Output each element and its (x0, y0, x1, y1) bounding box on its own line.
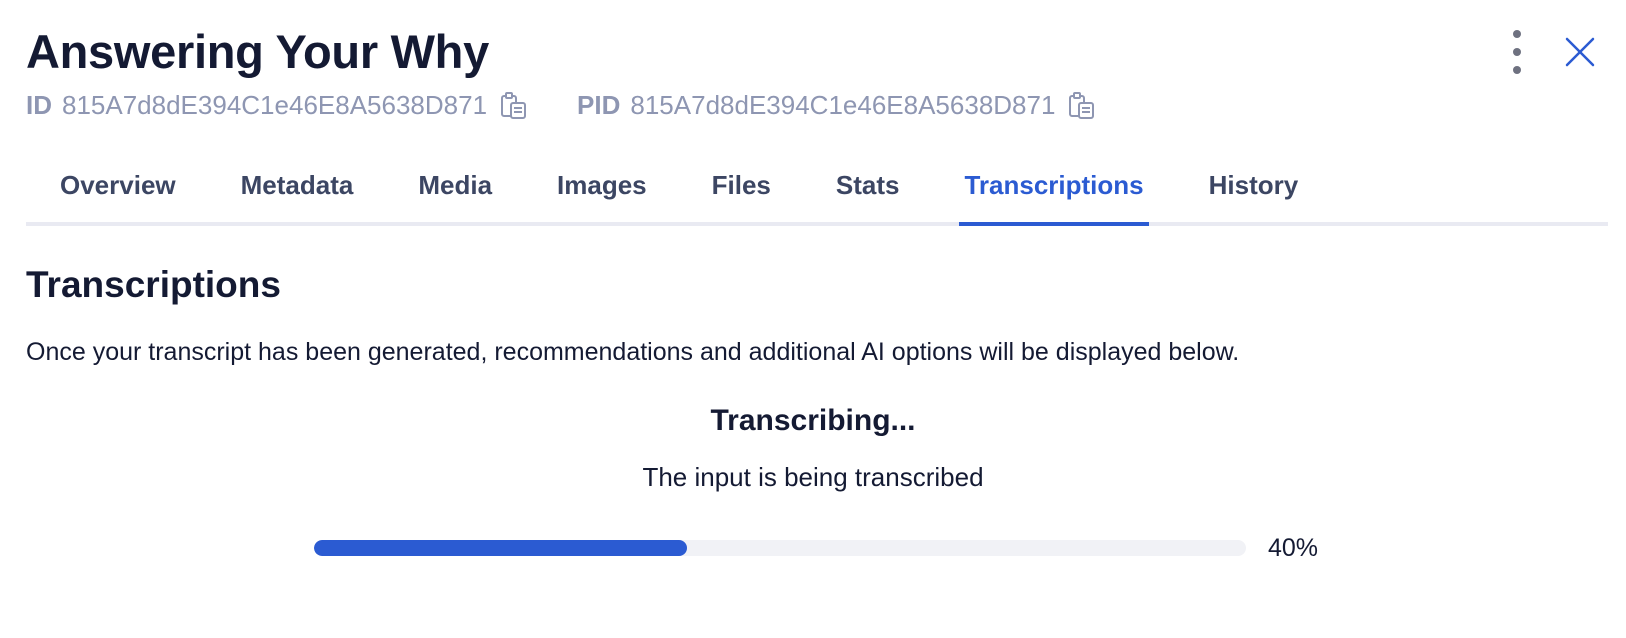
tab-overview[interactable]: Overview (55, 160, 181, 222)
section-description: Once your transcript has been generated,… (26, 338, 1240, 366)
tab-stats[interactable]: Stats (831, 160, 905, 222)
page-title: Answering Your Why (26, 25, 489, 78)
tab-bar: Overview Metadata Media Images Files Sta… (26, 160, 1608, 226)
tab-files[interactable]: Files (707, 160, 776, 222)
id-value: 815A7d8dE394C1e46E8A5638D871 (62, 90, 488, 120)
clipboard-copy-icon[interactable] (1067, 91, 1097, 121)
tab-history[interactable]: History (1204, 160, 1304, 222)
tab-images[interactable]: Images (552, 160, 652, 222)
status-subtitle: The input is being transcribed (642, 462, 984, 492)
tab-transcriptions[interactable]: Transcriptions (959, 160, 1149, 226)
status-title: Transcribing... (710, 404, 916, 437)
identifier-row: ID 815A7d8dE394C1e46E8A5638D871 PID 815A… (26, 90, 1097, 121)
clipboard-copy-icon[interactable] (499, 91, 529, 121)
header-actions (1510, 30, 1596, 74)
id-group: ID 815A7d8dE394C1e46E8A5638D871 (26, 90, 529, 121)
section-title: Transcriptions (26, 264, 281, 305)
more-vertical-icon[interactable] (1510, 30, 1524, 74)
progress-fill (314, 540, 687, 556)
pid-group: PID 815A7d8dE394C1e46E8A5638D871 (577, 90, 1097, 121)
pid-label: PID (577, 90, 621, 120)
tab-metadata[interactable]: Metadata (236, 160, 359, 222)
progress-bar (314, 540, 1246, 556)
id-label: ID (26, 90, 52, 120)
close-icon[interactable] (1564, 36, 1596, 68)
pid-value: 815A7d8dE394C1e46E8A5638D871 (630, 90, 1056, 120)
tab-media[interactable]: Media (413, 160, 497, 222)
progress-percent: 40% (1268, 534, 1319, 562)
